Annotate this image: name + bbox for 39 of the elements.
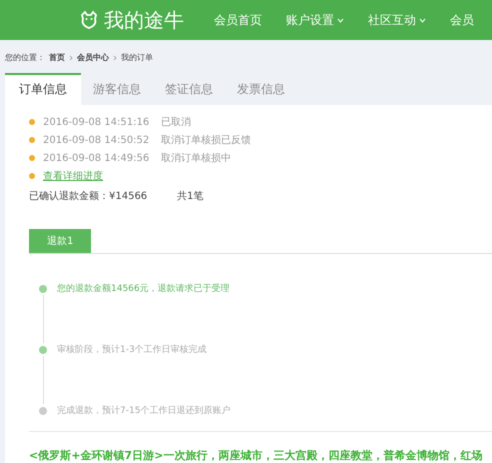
status-dot-icon — [29, 155, 35, 161]
caret-icon — [419, 18, 426, 22]
nav-link[interactable]: 会员首页 — [214, 12, 262, 28]
log-time: 2016-09-08 14:49:56 — [43, 152, 150, 164]
step-text: 您的退款金额14566元，退款请求已于受理 — [57, 282, 230, 295]
nav-link[interactable]: 账户设置 — [286, 12, 344, 28]
tab[interactable]: 发票信息 — [225, 73, 297, 105]
refund-amount: 已确认退款金额：¥14566 — [29, 190, 148, 203]
log-status: 取消订单核损中 — [161, 152, 231, 165]
step-text: 完成退款，预计7-15个工作日退还到原账户 — [57, 404, 230, 417]
status-dot-icon — [29, 119, 35, 125]
breadcrumb-link[interactable]: 首页 — [49, 52, 65, 63]
log-status: 取消订单核损已反馈 — [161, 134, 251, 147]
breadcrumb-label: 您的位置： — [5, 52, 45, 63]
breadcrumb-link[interactable]: 会员中心 — [77, 52, 109, 63]
nav-link[interactable]: 会员 — [450, 12, 474, 28]
status-dot-icon — [29, 137, 35, 143]
status-dot-icon — [29, 173, 35, 179]
caret-icon — [337, 18, 344, 22]
tab[interactable]: 订单信息 — [5, 73, 81, 105]
step-text: 审核阶段，预计1-3个工作日审核完成 — [57, 344, 207, 356]
nav-link[interactable]: 社区互动 — [368, 12, 426, 28]
log-time: 2016-09-08 14:50:52 — [43, 134, 150, 146]
tab[interactable]: 签证信息 — [153, 73, 225, 105]
breadcrumb-current: 我的订单 — [121, 52, 153, 63]
step-dot-icon — [39, 284, 47, 292]
refund-count: 共1笔 — [177, 190, 204, 203]
refund-tab[interactable]: 退款1 — [29, 229, 92, 253]
cow-icon — [78, 9, 100, 31]
step-dot-icon — [39, 406, 47, 414]
progress-link[interactable]: 查看详细进度 — [43, 169, 103, 183]
tab[interactable]: 游客信息 — [81, 73, 153, 105]
chevron-icon — [69, 54, 73, 60]
chevron-icon — [113, 54, 117, 60]
site-logo[interactable]: 我的途牛 — [78, 6, 184, 34]
log-time: 2016-09-08 14:51:16 — [43, 116, 150, 128]
product-title[interactable]: <俄罗斯+金环谢镇7日游>一次旅行，两座城市，三大宫殿，四座教堂，普希金博物馆，红场 — [29, 448, 492, 463]
step-dot-icon — [39, 346, 47, 354]
log-status: 已取消 — [161, 116, 191, 129]
